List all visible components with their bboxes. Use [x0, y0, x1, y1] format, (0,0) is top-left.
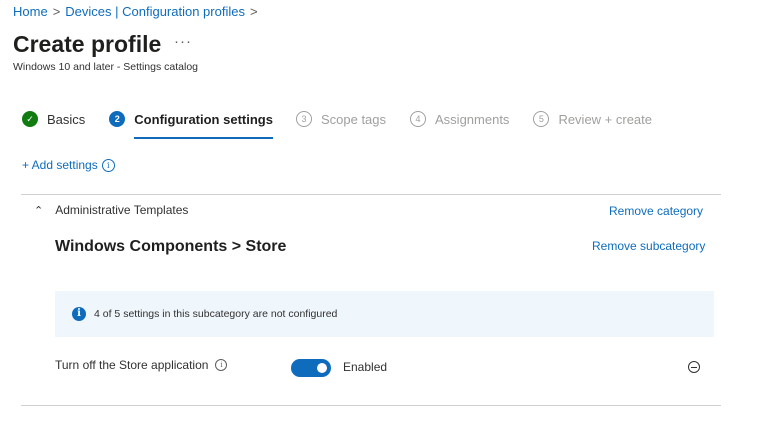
- enabled-toggle[interactable]: [291, 359, 331, 377]
- more-options-icon[interactable]: ···: [174, 33, 192, 50]
- breadcrumb-separator: >: [52, 4, 61, 19]
- info-icon: i: [72, 307, 86, 321]
- breadcrumb-separator: >: [249, 4, 258, 19]
- info-icon[interactable]: i: [215, 359, 228, 371]
- setting-row: Turn off the Store application i: [55, 358, 228, 372]
- step-basics[interactable]: ✓ Basics: [22, 108, 85, 130]
- toggle-state-label: Enabled: [343, 360, 388, 374]
- step-label: Configuration settings: [134, 111, 273, 127]
- info-banner: i 4 of 5 settings in this subcategory ar…: [55, 291, 714, 337]
- breadcrumb-devices-link[interactable]: Devices | Configuration profiles: [65, 4, 245, 19]
- breadcrumb-home-link[interactable]: Home: [13, 4, 48, 19]
- step-review-create[interactable]: 5 Review + create: [533, 108, 652, 130]
- step-number-icon: 2: [109, 111, 126, 127]
- toggle-knob: [317, 363, 327, 373]
- category-name: Administrative Templates: [55, 203, 189, 217]
- remove-category-link[interactable]: Remove category: [609, 204, 703, 218]
- step-number-icon: 4: [410, 111, 427, 127]
- banner-text: 4 of 5 settings in this subcategory are …: [94, 308, 338, 320]
- step-assignments[interactable]: 4 Assignments: [410, 108, 509, 130]
- divider: [21, 405, 721, 406]
- divider: [21, 194, 721, 195]
- remove-subcategory-link[interactable]: Remove subcategory: [592, 239, 705, 253]
- add-settings-label: + Add settings: [22, 158, 98, 172]
- step-label: Assignments: [435, 111, 510, 127]
- step-configuration-settings[interactable]: 2 Configuration settings: [109, 108, 273, 139]
- info-icon[interactable]: i: [101, 158, 115, 172]
- step-scope-tags[interactable]: 3 Scope tags: [295, 108, 387, 130]
- chevron-up-icon[interactable]: ⌃: [34, 204, 43, 217]
- check-icon: ✓: [22, 111, 38, 127]
- add-settings-link[interactable]: + Add settings i: [22, 158, 115, 172]
- step-label: Basics: [47, 111, 86, 127]
- step-label: Review + create: [558, 111, 653, 127]
- subcategory-title: Windows Components > Store: [55, 238, 287, 255]
- category-header[interactable]: ⌃ Administrative Templates: [34, 203, 188, 217]
- breadcrumb: Home > Devices | Configuration profiles >: [13, 4, 263, 19]
- page-title: Create profile: [13, 31, 162, 57]
- remove-setting-icon[interactable]: [688, 361, 700, 373]
- setting-name: Turn off the Store application: [55, 358, 209, 372]
- page-subtitle: Windows 10 and later - Settings catalog: [13, 61, 199, 73]
- step-number-icon: 3: [295, 111, 312, 127]
- active-step-underline: [134, 137, 273, 139]
- step-number-icon: 5: [533, 111, 550, 127]
- wizard-steps: ✓ Basics 2 Configuration settings 3 Scop…: [22, 108, 652, 139]
- step-label: Scope tags: [320, 111, 387, 127]
